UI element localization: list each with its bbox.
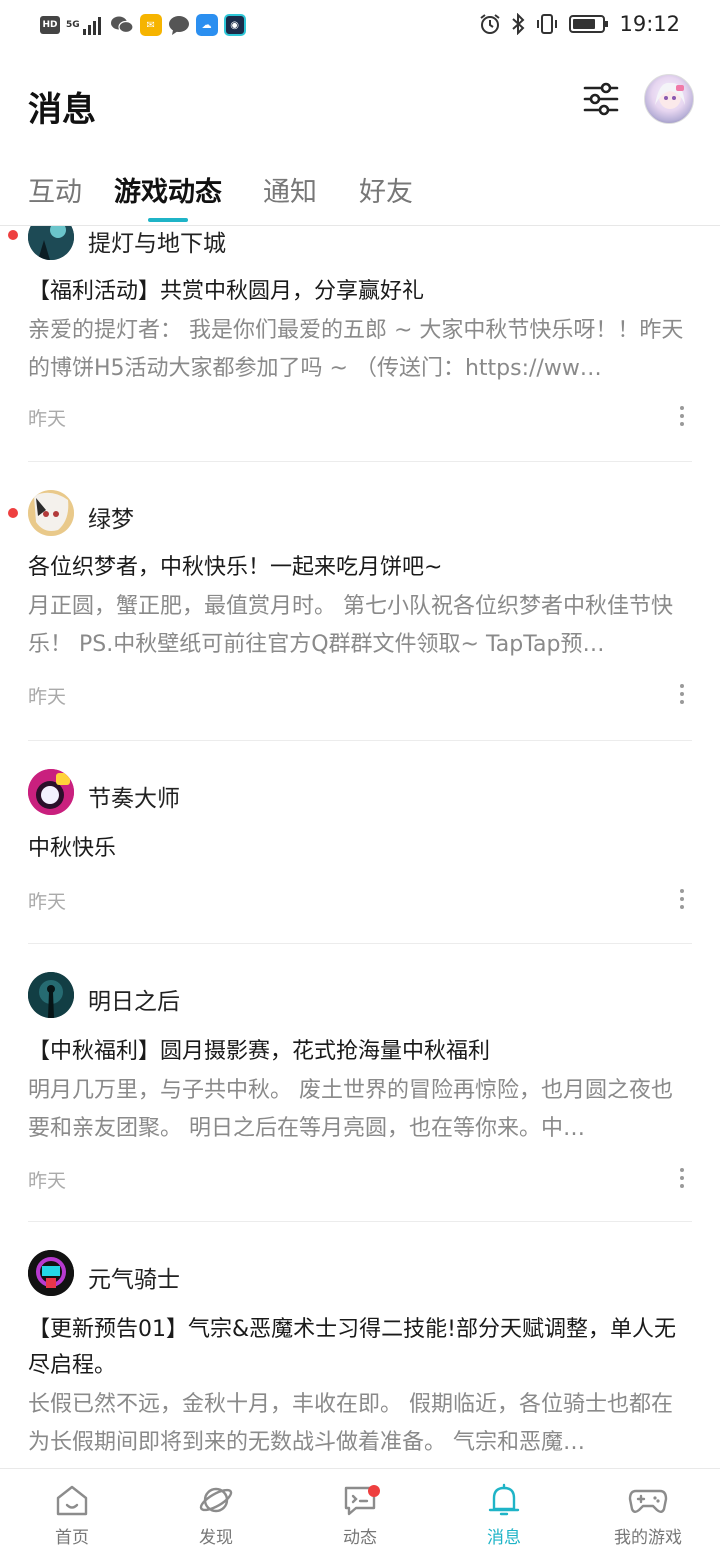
unread-indicator (8, 230, 18, 240)
nav-label: 发现 (199, 1528, 233, 1548)
bluetooth-icon (512, 13, 525, 35)
feed-post[interactable]: 明日之后 【中秋福利】圆月摄影赛，花式抢海量中秋福利 明月几万里，与子共中秋。 … (0, 944, 720, 1222)
nav-home[interactable]: 首页 (12, 1483, 132, 1548)
tab-notifications[interactable]: 通知 (263, 170, 317, 209)
post-time: 昨天 (28, 891, 67, 913)
more-options-icon[interactable] (676, 682, 688, 706)
gamepad-icon (628, 1489, 668, 1513)
post-title: 【更新预告01】气宗&恶魔术士习得二技能!部分天赋调整，单人无尽启程。 (28, 1317, 676, 1378)
game-icon-soul-knight (28, 1250, 74, 1296)
network-indicator: 5G (66, 20, 80, 30)
home-icon (56, 1485, 88, 1516)
nav-label: 动态 (343, 1528, 377, 1548)
tab-game-updates[interactable]: 游戏动态 (114, 170, 222, 209)
post-title: 【中秋福利】圆月摄影赛，花式抢海量中秋福利 (28, 1039, 491, 1064)
tab-bar: 互动 游戏动态 通知 好友 (0, 160, 720, 226)
unread-indicator (8, 508, 18, 518)
bell-icon (488, 1483, 520, 1516)
nav-label: 我的游戏 (614, 1528, 682, 1548)
game-avatar[interactable] (28, 1250, 74, 1296)
more-options-icon[interactable] (676, 1166, 688, 1190)
message-app-icon (168, 16, 189, 35)
feed-post[interactable]: 节奏大师 中秋快乐 昨天 (0, 741, 720, 943)
feed-post[interactable]: 绿梦 各位织梦者，中秋快乐！一起来吃月饼吧~ 月正圆，蟹正肥，最值赏月时。 第七… (0, 462, 720, 740)
nav-feed[interactable]: 动态 (300, 1483, 420, 1548)
game-icon-lantern-dungeon (28, 226, 74, 260)
game-icon-green-dream (28, 490, 74, 536)
feed-post[interactable]: 提灯与地下城 【福利活动】共赏中秋圆月，分享赢好礼 亲爱的提灯者： 我是你们最爱… (0, 226, 720, 462)
post-title: 中秋快乐 (28, 836, 117, 861)
sliders-icon (583, 82, 619, 116)
feed-post[interactable]: 元气骑士 【更新预告01】气宗&恶魔术士习得二技能!部分天赋调整，单人无尽启程。… (0, 1222, 720, 1468)
post-title: 各位织梦者，中秋快乐！一起来吃月饼吧~ (28, 555, 443, 580)
more-options-icon[interactable] (676, 404, 688, 428)
filter-button[interactable] (582, 80, 620, 118)
post-time: 昨天 (28, 408, 67, 430)
avatar-image (655, 82, 685, 109)
page-title: 消息 (28, 90, 96, 130)
game-icon-rhythm-master (28, 769, 74, 815)
nav-messages[interactable]: 消息 (444, 1483, 564, 1548)
nav-label: 消息 (487, 1528, 521, 1548)
game-name[interactable]: 节奏大师 (88, 779, 180, 813)
game-icon-lifeafter (28, 972, 74, 1018)
clock: 19:12 (619, 12, 680, 36)
game-avatar[interactable] (28, 769, 74, 815)
status-bar-right: 19:12 (479, 12, 680, 36)
post-body: 明月几万里，与子共中秋。 废土世界的冒险再惊险，也月圆之夜也要和亲友团聚。 明日… (28, 1078, 673, 1141)
post-time: 昨天 (28, 686, 67, 708)
tab-interaction[interactable]: 互动 (28, 170, 82, 209)
status-bar: HD 5G ✉ ☁ ◉ 19:12 (0, 0, 720, 56)
hd-indicator: HD (40, 16, 60, 34)
nav-my-games[interactable]: 我的游戏 (588, 1483, 708, 1548)
planet-icon (199, 1487, 233, 1513)
notification-badge (368, 1485, 380, 1497)
tab-friends[interactable]: 好友 (359, 170, 413, 209)
game-avatar[interactable] (28, 490, 74, 536)
nav-label: 首页 (55, 1528, 89, 1548)
alarm-icon (480, 14, 501, 34)
weather-app-icon: ☁ (195, 14, 218, 36)
post-body: 月正圆，蟹正肥，最值赏月时。 第七小队祝各位织梦者中秋佳节快乐！ PS.中秋壁纸… (28, 594, 673, 657)
user-avatar[interactable] (644, 74, 694, 124)
nav-discover[interactable]: 发现 (156, 1483, 276, 1548)
wechat-icon (110, 16, 134, 34)
post-time: 昨天 (28, 1170, 67, 1192)
signal-icon (82, 17, 101, 35)
battery-icon (569, 15, 609, 33)
status-bar-left: HD 5G ✉ ☁ ◉ (40, 14, 246, 36)
game-avatar[interactable] (28, 226, 74, 260)
bottom-navigation: 首页 发现 动态 消息 我的游戏 (0, 1468, 720, 1560)
taptap-app-icon: ◉ (223, 14, 246, 36)
post-body: 亲爱的提灯者： 我是你们最爱的五郎 ~ 大家中秋节快乐呀！！昨天的博饼H5活动大… (28, 318, 684, 381)
game-avatar[interactable] (28, 972, 74, 1018)
game-name[interactable]: 提灯与地下城 (88, 226, 226, 258)
game-name[interactable]: 元气骑士 (88, 1260, 180, 1294)
game-name[interactable]: 绿梦 (88, 500, 134, 534)
game-name[interactable]: 明日之后 (88, 982, 180, 1016)
mail-app-icon: ✉ (139, 14, 162, 36)
game-updates-feed: 提灯与地下城 【福利活动】共赏中秋圆月，分享赢好礼 亲爱的提灯者： 我是你们最爱… (0, 226, 720, 1468)
post-body: 长假已然不远，金秋十月，丰收在即。 假期临近，各位骑士也都在为长假期间即将到来的… (28, 1392, 673, 1455)
active-tab-indicator (148, 218, 188, 222)
vibrate-icon (537, 14, 558, 34)
post-title: 【福利活动】共赏中秋圆月，分享赢好礼 (28, 279, 425, 304)
more-options-icon[interactable] (676, 887, 688, 911)
